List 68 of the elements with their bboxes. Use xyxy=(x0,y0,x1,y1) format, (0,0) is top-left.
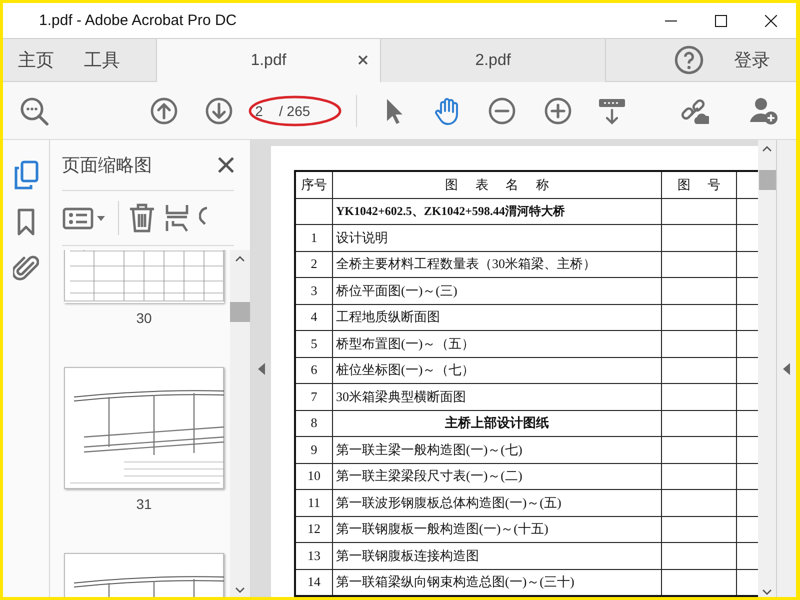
table-cell: 桥型布置图(一)～（五） xyxy=(332,330,662,357)
page-number-field[interactable]: 2 xyxy=(247,102,271,118)
document-tab[interactable]: 1.pdf xyxy=(156,39,381,82)
zoom-out-icon[interactable] xyxy=(488,96,516,124)
paperclip-icon[interactable] xyxy=(13,254,39,282)
table-cell: 11 xyxy=(295,490,332,516)
scrollbar-thumb[interactable] xyxy=(230,302,250,322)
chevron-down-icon[interactable] xyxy=(762,589,772,595)
table-cell: 13 xyxy=(295,542,332,569)
table-cell: 4 xyxy=(295,304,332,330)
expand-right-icon[interactable] xyxy=(783,362,790,374)
table-cell: 第一联钢腹板连接构造图 xyxy=(332,542,662,569)
table-cell: 第一联主梁梁段尺寸表(一)～(二) xyxy=(332,463,662,490)
table-cell: 工程地质纵断面图 xyxy=(332,304,662,330)
nav-tab[interactable]: 主页 xyxy=(3,39,69,81)
trash-icon[interactable] xyxy=(129,203,155,233)
table-cell: 3 xyxy=(295,278,332,304)
table-cell: 5 xyxy=(295,330,332,357)
table-cell: 10 xyxy=(295,463,332,490)
table-cell: 12 xyxy=(295,516,332,542)
table-cell: 30米箱梁典型横断面图 xyxy=(332,384,662,410)
collapse-left-icon[interactable] xyxy=(258,362,264,374)
insert-page-icon[interactable] xyxy=(165,203,189,233)
nav-tab[interactable]: 工具 xyxy=(69,39,135,81)
panel-title: 页面缩略图 xyxy=(62,154,152,177)
table-cell: 6 xyxy=(295,357,332,384)
document-tab[interactable]: 2.pdf xyxy=(381,39,606,82)
chevron-up-icon[interactable] xyxy=(235,256,245,262)
arrow-down-icon[interactable] xyxy=(205,96,233,124)
window-title: 1.pdf - Adobe Acrobat Pro DC xyxy=(39,12,238,29)
table-cell: 桩位坐标图(一)～（七） xyxy=(332,357,662,384)
login-link[interactable]: 登录 xyxy=(734,48,770,72)
column-header: 图 表 名 称 xyxy=(332,171,662,198)
scrollbar-thumb[interactable] xyxy=(759,170,776,190)
maximize-icon xyxy=(715,14,727,26)
chevron-up-icon[interactable] xyxy=(762,146,772,152)
table-cell: 8 xyxy=(295,410,332,436)
column-header: 图 号 xyxy=(662,171,736,198)
close-icon xyxy=(765,14,777,26)
close-icon[interactable] xyxy=(358,55,368,65)
table-cell: 第一联主梁一般构造图(一)～(七) xyxy=(332,436,662,463)
list-options-icon[interactable] xyxy=(62,206,108,230)
page-total: / 265 xyxy=(279,102,310,118)
bookmark-icon[interactable] xyxy=(16,208,36,236)
table-cell: YK1042+602.5、ZK1042+598.44渭河特大桥 xyxy=(332,198,662,224)
search-icon[interactable] xyxy=(19,96,49,126)
table-cell: 第一联钢腹板一般构造图(一)～(十五) xyxy=(332,516,662,542)
help-icon[interactable] xyxy=(674,45,704,75)
table-cell: 设计说明 xyxy=(332,224,662,251)
download-arrow-icon[interactable] xyxy=(597,96,627,124)
table-cell: 7 xyxy=(295,384,332,410)
table-cell: 主桥上部设计图纸 xyxy=(332,410,662,436)
table-cell: 2 xyxy=(295,251,332,278)
add-user-icon[interactable] xyxy=(749,96,779,126)
table-cell: 第一联波形钢腹板总体构造图(一)～(五) xyxy=(332,490,662,516)
pages-icon[interactable] xyxy=(13,160,39,190)
table-cell: 全桥主要材料工程数量表（30米箱梁、主桥） xyxy=(332,251,662,278)
column-header: 序号 xyxy=(295,171,332,198)
table-cell: 9 xyxy=(295,436,332,463)
table-cell: 1 xyxy=(295,224,332,251)
page-thumbnail[interactable] xyxy=(64,367,224,489)
page-number-label: 31 xyxy=(136,496,152,514)
page-number-label: 30 xyxy=(136,310,152,328)
table-cell: 桥位平面图(一)～(三) xyxy=(332,278,662,304)
close-icon[interactable] xyxy=(218,157,234,173)
chevron-down-icon[interactable] xyxy=(235,587,245,593)
arrow-up-icon[interactable] xyxy=(150,96,178,124)
zoom-in-icon[interactable] xyxy=(544,96,572,124)
